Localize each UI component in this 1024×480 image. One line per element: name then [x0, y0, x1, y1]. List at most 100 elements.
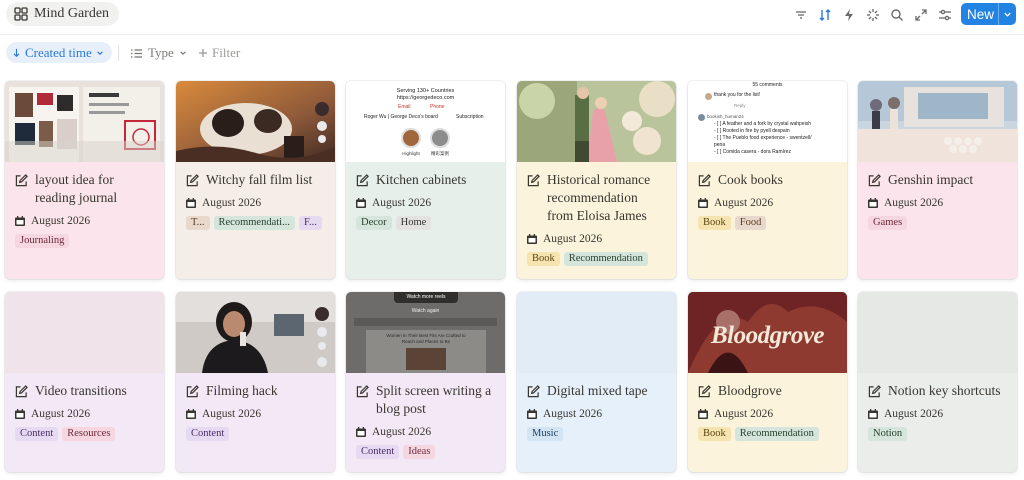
- chevron-down-icon: [96, 50, 103, 55]
- tag-truncated: T...: [186, 216, 210, 230]
- gallery-card[interactable]: Video transitions August 2026 Content Re…: [5, 292, 164, 472]
- gallery-card[interactable]: Witchy fall film list August 2026 T... R…: [176, 81, 335, 279]
- card-title: Filming hack: [186, 382, 325, 400]
- type-label: Type: [148, 45, 174, 60]
- calendar-icon: [868, 409, 878, 419]
- gallery-card[interactable]: Filming hack August 2026 Content: [176, 292, 335, 472]
- card-cover-image: [517, 81, 676, 162]
- card-date: August 2026: [868, 197, 1007, 209]
- card-title: Digital mixed tape: [527, 382, 666, 400]
- chevron-down-icon[interactable]: [998, 3, 1016, 25]
- view-title: Mind Garden: [34, 6, 110, 21]
- tag-recommendation: Recommendation: [734, 427, 819, 441]
- add-filter-button[interactable]: Filter: [198, 43, 240, 63]
- gallery-card[interactable]: Watch more reels Watch again Women in Th…: [346, 292, 505, 472]
- gallery-card[interactable]: Genshin impact August 2026 Games: [858, 81, 1017, 279]
- tag-resources: Resources: [62, 427, 116, 441]
- tag-recommendation: Recommendation: [563, 252, 648, 266]
- card-date: August 2026: [15, 408, 154, 420]
- card-title: layout idea for reading journal: [15, 171, 154, 207]
- card-title: Genshin impact: [868, 171, 1007, 189]
- gallery-card[interactable]: layout idea for reading journal August 2…: [5, 81, 164, 279]
- page-edit-icon: [527, 385, 540, 398]
- gallery-card[interactable]: Historical romance recommendation from E…: [517, 81, 676, 279]
- new-button-label: New: [966, 6, 994, 22]
- arrow-down-icon: [13, 48, 20, 57]
- gallery-card[interactable]: Notion key shortcuts August 2026 Notion: [858, 292, 1017, 472]
- calendar-icon: [527, 234, 537, 244]
- page-edit-icon: [356, 385, 369, 398]
- card-title: Split screen writing a blog post: [356, 382, 495, 418]
- card-cover-empty: [858, 292, 1017, 373]
- tag-journaling: Journaling: [15, 234, 70, 248]
- card-cover-image: Watch more reels Watch again Women in Th…: [346, 292, 505, 373]
- filter-bar: Created time Type Filter: [0, 40, 1024, 64]
- card-cover-image: [858, 81, 1017, 162]
- card-title: Historical romance recommendation from E…: [527, 171, 666, 225]
- gallery-grid-icon: [14, 7, 28, 21]
- tag-notion: Notion: [868, 427, 908, 441]
- tag-content: Content: [186, 427, 230, 441]
- tag-food: Food: [734, 216, 767, 230]
- card-cover-image: [176, 292, 335, 373]
- highlight-avatar: [401, 128, 421, 148]
- tag-book: Book: [527, 252, 560, 266]
- sparkle-icon[interactable]: [862, 5, 884, 25]
- gallery-card[interactable]: 55 comments thank you for the list! Repl…: [688, 81, 847, 279]
- page-edit-icon: [356, 174, 369, 187]
- card-date: August 2026: [15, 215, 154, 227]
- type-filter-button[interactable]: Type: [130, 43, 187, 63]
- header-divider: [0, 34, 1024, 35]
- card-date: August 2026: [868, 408, 1007, 420]
- tag-content: Content: [356, 445, 400, 459]
- calendar-icon: [356, 427, 366, 437]
- page-edit-icon: [186, 174, 199, 187]
- doc-image: [406, 348, 446, 370]
- card-cover-empty: [517, 292, 676, 373]
- gallery-card[interactable]: Digital mixed tape August 2026 Music: [517, 292, 676, 472]
- tag-book: Book: [698, 427, 731, 441]
- calendar-icon: [698, 409, 708, 419]
- lightning-icon[interactable]: [838, 5, 860, 25]
- gallery-card[interactable]: Bloodgrove Bloodgrove August 2026 Book R…: [688, 292, 847, 472]
- card-cover-image: Bloodgrove: [688, 292, 847, 373]
- card-title: Witchy fall film list: [186, 171, 325, 189]
- calendar-icon: [698, 198, 708, 208]
- search-icon[interactable]: [886, 5, 908, 25]
- sort-icon[interactable]: [814, 5, 836, 25]
- page-edit-icon: [698, 174, 711, 187]
- card-date: August 2026: [186, 197, 325, 209]
- gallery-card[interactable]: Serving 130+ Countries https://georgedec…: [346, 81, 505, 279]
- tag-book: Book: [698, 216, 731, 230]
- view-title-button[interactable]: Mind Garden: [6, 2, 120, 26]
- page-edit-icon: [15, 174, 28, 187]
- tag-recommendation: Recommendati...: [213, 216, 295, 230]
- card-cover-image: 55 comments thank you for the list! Repl…: [688, 81, 847, 162]
- card-date: August 2026: [698, 408, 837, 420]
- chevron-down-icon: [179, 51, 186, 56]
- page-edit-icon: [868, 174, 881, 187]
- card-date: August 2026: [186, 408, 325, 420]
- sort-created-time-button[interactable]: Created time: [6, 42, 112, 63]
- calendar-icon: [527, 409, 537, 419]
- card-title: Kitchen cabinets: [356, 171, 495, 189]
- card-date: August 2026: [527, 408, 666, 420]
- filter-lines-icon[interactable]: [790, 5, 812, 25]
- settings-sliders-icon[interactable]: [934, 5, 956, 25]
- card-cover-empty: [5, 292, 164, 373]
- tag-ideas: Ideas: [403, 445, 436, 459]
- sort-label: Created time: [25, 44, 92, 60]
- filter-label: Filter: [212, 45, 241, 60]
- card-title: Notion key shortcuts: [868, 382, 1007, 400]
- card-cover-image: Serving 130+ Countries https://georgedec…: [346, 81, 505, 162]
- top-bar: Mind Garden New: [0, 0, 1024, 34]
- card-cover-image: [176, 81, 335, 162]
- card-date: August 2026: [356, 197, 495, 209]
- card-date: August 2026: [527, 233, 666, 245]
- new-button[interactable]: New: [961, 3, 1016, 25]
- toolbar-divider: [118, 45, 119, 61]
- expand-icon[interactable]: [910, 5, 932, 25]
- page-edit-icon: [15, 385, 28, 398]
- page-edit-icon: [186, 385, 199, 398]
- avatar: [705, 93, 712, 100]
